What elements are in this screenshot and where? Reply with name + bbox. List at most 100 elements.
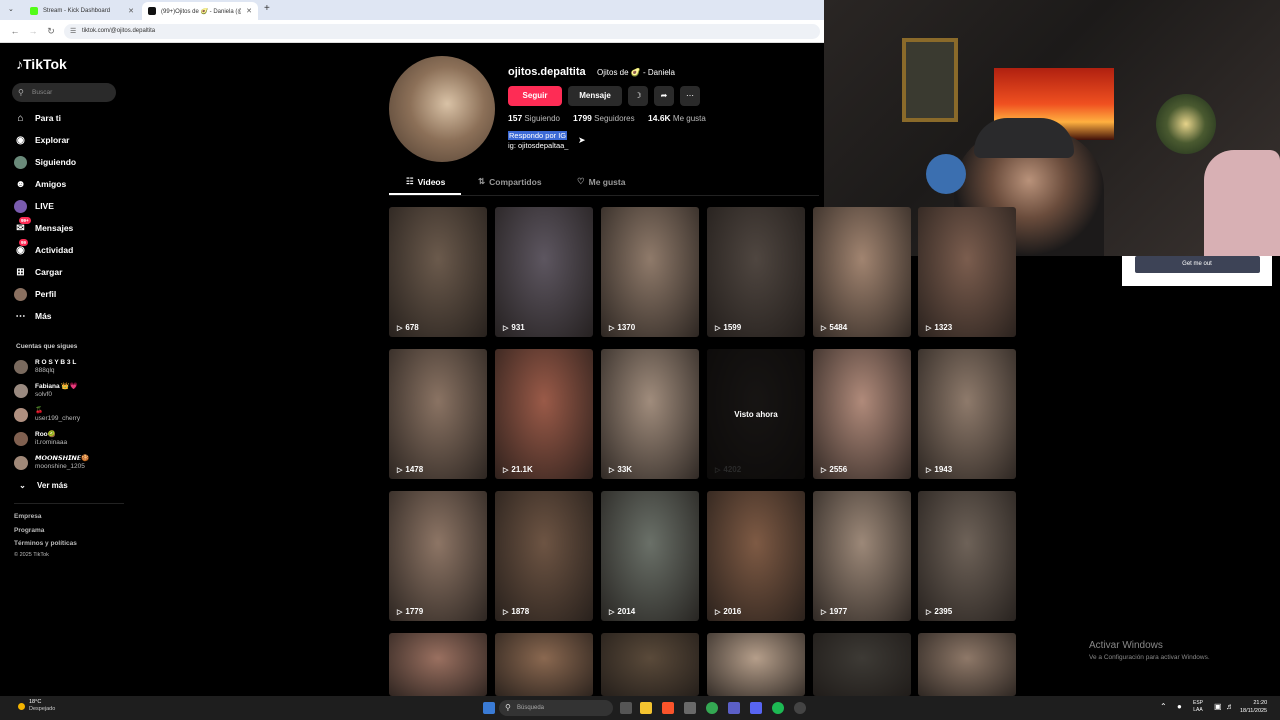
taskbar-search-input[interactable]: ⚲ Búsqueda [499, 700, 613, 716]
following-account[interactable]: 🍒 user199_cherry [14, 405, 80, 425]
sidebar-item-para-ti[interactable]: ⌂ Para ti [14, 110, 61, 126]
more-options-icon[interactable]: ⋯ [680, 86, 700, 106]
forward-icon[interactable]: → [26, 24, 40, 38]
microphone-icon[interactable]: ● [1177, 702, 1182, 711]
get-me-out-panel: Get me out [1122, 256, 1272, 286]
language-indicator[interactable]: ESP LAA [1193, 700, 1203, 714]
app-icon[interactable] [684, 702, 696, 714]
view-count: 1478 [397, 465, 423, 474]
sidebar-item-mas[interactable]: ⋯ Más [14, 308, 52, 324]
close-tab-icon[interactable]: ✕ [246, 7, 252, 15]
followers-stat[interactable]: 1799 Seguidores [573, 113, 635, 123]
video-thumbnail[interactable]: 21.1K [495, 349, 593, 479]
weather-temp: 18°C [29, 699, 42, 705]
video-thumbnail[interactable]: 931 [495, 207, 593, 337]
search-input[interactable]: ⚲ Buscar [12, 83, 116, 102]
tiktok-logo[interactable]: ♪TikTok [16, 56, 67, 72]
heart-outline-icon: ♡ [577, 176, 585, 186]
reload-icon[interactable]: ↻ [44, 24, 58, 38]
spotify-icon[interactable] [772, 702, 784, 714]
see-more-button[interactable]: ⌄ Ver más [16, 477, 68, 493]
get-me-out-button[interactable]: Get me out [1134, 256, 1260, 273]
video-thumbnail[interactable]: 1878 [495, 491, 593, 621]
footer-link-terminos[interactable]: Términos y políticas [14, 540, 77, 547]
suggest-user-icon[interactable]: ☽ [628, 86, 648, 106]
video-thumbnail[interactable]: 1977 [813, 491, 911, 621]
account-name: R O S Y B 3 L [35, 359, 77, 366]
video-thumbnail[interactable]: 2016 [707, 491, 805, 621]
likes-label: Me gusta [672, 114, 706, 123]
follow-button[interactable]: Seguir [508, 86, 562, 106]
following-stat[interactable]: 157 Siguiendo [508, 113, 560, 123]
video-thumbnail[interactable]: 2395 [918, 491, 1016, 621]
video-thumbnail[interactable]: 1599 [707, 207, 805, 337]
sidebar-item-label: Siguiendo [35, 157, 77, 167]
task-view-icon[interactable] [620, 702, 632, 714]
messages-badge: 99+ [19, 216, 31, 224]
back-icon[interactable]: ← [8, 24, 22, 38]
message-button[interactable]: Mensaje [568, 86, 622, 106]
following-account[interactable]: R O S Y B 3 L 888qlq [14, 357, 76, 377]
following-account[interactable]: Roo🥝 it.rominaaa [14, 429, 67, 449]
tab-liked[interactable]: ♡ Me gusta [577, 176, 625, 187]
profile-avatar[interactable] [389, 56, 495, 162]
volume-icon[interactable]: ♬ [1226, 702, 1234, 711]
sidebar-item-cargar[interactable]: ⊞ Cargar [14, 264, 62, 280]
video-thumbnail[interactable] [813, 633, 911, 696]
sidebar-item-label: Cargar [35, 267, 63, 277]
chrome-icon[interactable] [706, 702, 718, 714]
site-info-icon[interactable]: ☰ [70, 24, 76, 39]
video-thumbnail[interactable]: 1779 [389, 491, 487, 621]
share-icon[interactable]: ➦ [654, 86, 674, 106]
teams-icon[interactable] [728, 702, 740, 714]
sidebar-item-siguiendo[interactable]: Siguiendo [14, 154, 76, 170]
video-thumbnail[interactable] [601, 633, 699, 696]
tray-chevron-up-icon[interactable]: ⌃ [1160, 702, 1167, 711]
video-thumbnail[interactable] [495, 633, 593, 696]
video-thumbnail[interactable]: 1323 [918, 207, 1016, 337]
video-thumbnail[interactable] [707, 633, 805, 696]
tab-title: Stream - Kick Dashboard [43, 8, 111, 14]
sidebar-item-amigos[interactable]: ☻ Amigos [14, 176, 66, 192]
browser-tab-kick[interactable]: Stream - Kick Dashboard ✕ [24, 2, 140, 20]
video-thumbnail[interactable]: 2556 [813, 349, 911, 479]
avatar [14, 432, 28, 446]
browser-tab-tiktok[interactable]: (99+)Ojitos de 🥑 - Daniela (@... ✕ [142, 2, 258, 20]
video-thumbnail[interactable]: 33K [601, 349, 699, 479]
brave-browser-icon[interactable] [662, 702, 674, 714]
tab-videos[interactable]: ☷ Videos [406, 176, 445, 187]
weather-widget[interactable]: 18°C Despejado [18, 699, 55, 713]
video-thumbnail[interactable]: 2014 [601, 491, 699, 621]
video-thumbnail[interactable]: 4202Visto ahora [707, 349, 805, 479]
video-thumbnail[interactable] [389, 633, 487, 696]
following-account[interactable]: Fabiana 👑💗 solvf0 [14, 381, 78, 401]
view-count: 1878 [503, 607, 529, 616]
sidebar-item-explorar[interactable]: ◉ Explorar [14, 132, 69, 148]
file-explorer-icon[interactable] [640, 702, 652, 714]
sidebar-item-actividad[interactable]: ◉ 99 Actividad [14, 238, 73, 258]
pink-chair [1204, 150, 1280, 256]
taskbar-clock[interactable]: 21:20 18/11/2025 [1240, 699, 1267, 715]
tab-shared[interactable]: ⇅ Compartidos [478, 176, 542, 187]
video-thumbnail[interactable]: 5484 [813, 207, 911, 337]
sidebar-item-perfil[interactable]: Perfil [14, 286, 56, 302]
new-tab-button[interactable]: + [264, 3, 270, 14]
start-windows-icon[interactable] [483, 702, 495, 714]
video-thumbnail[interactable]: 1370 [601, 207, 699, 337]
video-thumbnail[interactable]: 1943 [918, 349, 1016, 479]
network-icon[interactable]: ▣ [1214, 702, 1222, 711]
video-thumbnail[interactable]: 678 [389, 207, 487, 337]
video-thumbnail[interactable] [918, 633, 1016, 696]
footer-link-empresa[interactable]: Empresa [14, 513, 41, 520]
url-input[interactable]: ☰ tiktok.com/@ojitos.depaltita [64, 24, 820, 39]
obs-icon[interactable] [794, 702, 806, 714]
sidebar-item-live[interactable]: LIVE [14, 198, 54, 214]
tab-list-chevron-icon[interactable]: ⌄ [8, 5, 14, 13]
likes-stat: 14.6K Me gusta [648, 113, 706, 123]
discord-icon[interactable] [750, 702, 762, 714]
sidebar-item-mensajes[interactable]: ✉ 99+ Mensajes [14, 216, 73, 236]
following-account[interactable]: 𝙈𝙊𝙊𝙉𝙎𝙃𝙄𝙉𝙀🍪 moonshine_1205 [14, 453, 89, 473]
footer-link-programa[interactable]: Programa [14, 527, 44, 534]
close-tab-icon[interactable]: ✕ [128, 7, 134, 15]
video-thumbnail[interactable]: 1478 [389, 349, 487, 479]
